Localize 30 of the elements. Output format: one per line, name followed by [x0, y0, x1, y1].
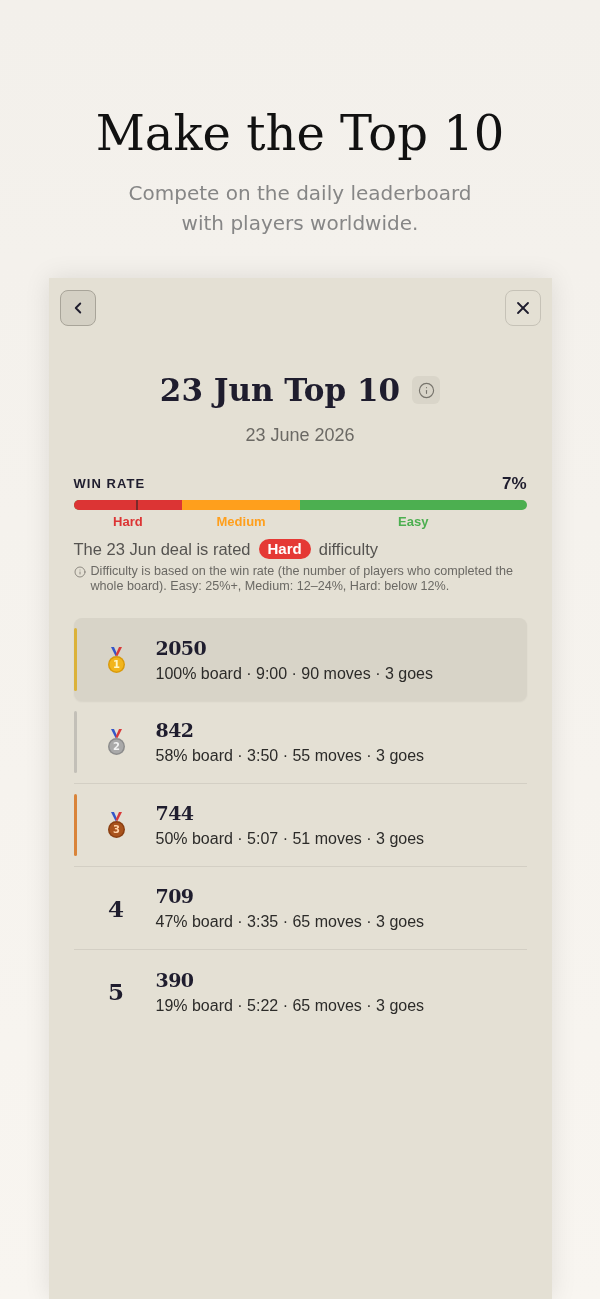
- win-rate-label: WIN RATE: [73, 475, 146, 493]
- score-text: 390: [155, 967, 195, 992]
- score-text: 842: [155, 718, 195, 742]
- difficulty-badge: Hard: [258, 539, 311, 559]
- score-details: 50% board · 5:07 · 51 moves · 3 goes: [155, 829, 425, 849]
- rank-number: 4: [108, 896, 124, 920]
- rating-text: difficulty: [318, 539, 379, 560]
- win-rate-value: 7%: [501, 474, 527, 494]
- difficulty-label: Hard: [113, 513, 143, 531]
- score-text: 709: [155, 884, 195, 908]
- score-text: 2050: [155, 635, 208, 660]
- difficulty-note: Difficulty is based on the win rate (the number of players who completed the whole board). Easy: 25%+, Medium: 12–24%, Hard: below 12%.: [90, 564, 515, 594]
- info-button[interactable]: [412, 376, 441, 404]
- score-details: 19% board · 5:22 · 65 moves · 3 goes: [155, 995, 425, 1016]
- info-icon: [73, 566, 86, 578]
- score-details: 58% board · 3:50 · 55 moves · 3 goes: [155, 746, 425, 766]
- rank-number: 5: [108, 980, 124, 1003]
- back-button[interactable]: [59, 290, 96, 326]
- leaderboard-title: 23 Jun Top 10: [159, 371, 401, 410]
- subtitle: Compete on the daily leaderboard with players worldwide.: [127, 180, 473, 237]
- date-text: 23 June 2026: [244, 424, 356, 447]
- difficulty-label: Medium: [216, 513, 266, 531]
- info-icon: [417, 381, 435, 399]
- score-details: 100% board · 9:00 · 90 moves · 3 goes: [155, 663, 433, 684]
- headline: Make the Top 10: [95, 104, 505, 163]
- difficulty-label: Easy: [398, 513, 429, 531]
- score-text: 744: [155, 801, 195, 825]
- close-button[interactable]: [504, 290, 541, 326]
- rating-text: The 23 Jun deal is rated: [73, 539, 251, 560]
- score-details: 47% board · 3:35 · 65 moves · 3 goes: [155, 912, 425, 932]
